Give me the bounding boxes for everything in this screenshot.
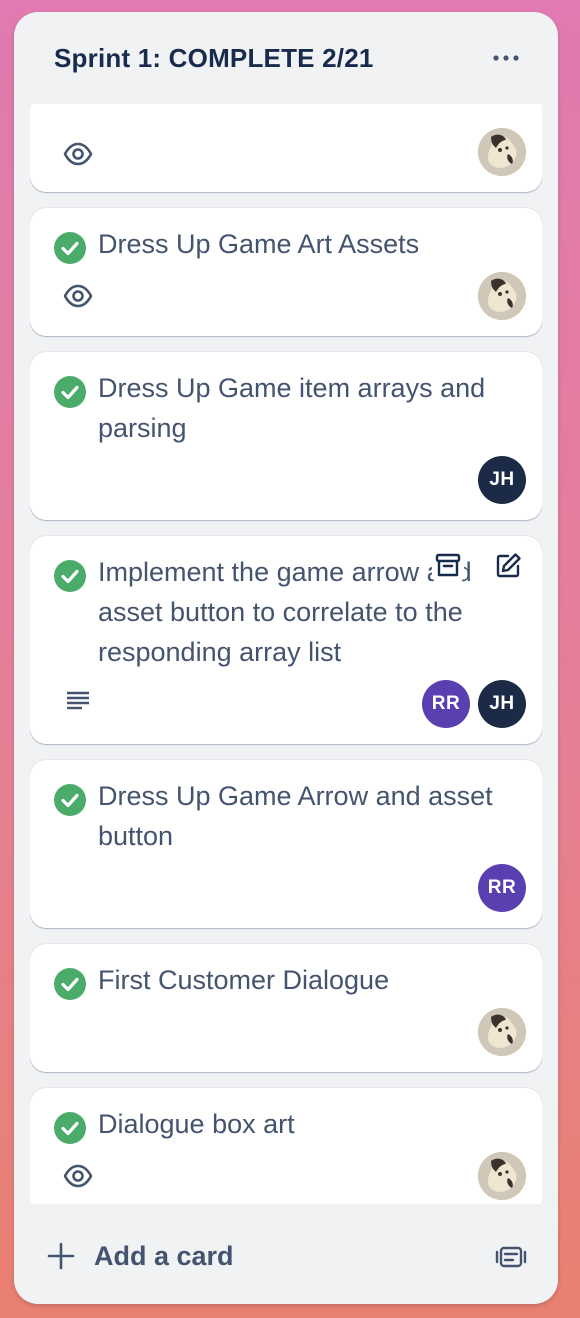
member-avatar-rr[interactable]: RR xyxy=(422,680,470,728)
card[interactable]: Dialogue box art xyxy=(30,1088,542,1204)
complete-check-icon[interactable] xyxy=(54,376,86,408)
member-photo-icon xyxy=(478,272,526,320)
card-title: Dress Up Game Art Assets xyxy=(98,229,420,259)
card-title: First Customer Dialogue xyxy=(98,965,390,995)
card[interactable]: First Customer Dialogue xyxy=(30,944,542,1072)
complete-check-icon[interactable] xyxy=(54,560,86,592)
member-avatar[interactable] xyxy=(478,128,526,176)
list-title[interactable]: Sprint 1: COMPLETE 2/21 xyxy=(54,43,374,74)
card-title: Dialogue box art xyxy=(98,1109,295,1139)
add-card-button[interactable]: Add a card xyxy=(46,1241,234,1272)
complete-check-icon[interactable] xyxy=(54,1112,86,1144)
list-header: Sprint 1: COMPLETE 2/21 xyxy=(14,12,558,104)
card[interactable]: Dress Up Game item arrays and parsing JH xyxy=(30,352,542,520)
eye-icon xyxy=(63,284,93,308)
card[interactable]: Dress Up Game Art Assets xyxy=(30,208,542,336)
list-footer: Add a card xyxy=(14,1224,558,1288)
member-photo-icon xyxy=(478,128,526,176)
card[interactable]: Implement the game arrow and asset butto… xyxy=(30,536,542,744)
card-list: Dress Up Game Art Assets Dress Up Game i… xyxy=(30,104,542,1204)
more-horizontal-icon xyxy=(493,55,519,61)
member-avatar-rr[interactable]: RR xyxy=(478,864,526,912)
member-avatar[interactable] xyxy=(478,272,526,320)
edit-icon[interactable] xyxy=(492,550,524,582)
card-template-icon[interactable] xyxy=(494,1240,528,1274)
list-column: Sprint 1: COMPLETE 2/21 Dress Up Game Ar… xyxy=(14,12,558,1304)
card-title: Dress Up Game item arrays and parsing xyxy=(98,373,486,443)
card[interactable] xyxy=(30,104,542,192)
card-title: Dress Up Game Arrow and asset button xyxy=(98,781,493,851)
member-avatar-jh[interactable]: JH xyxy=(478,680,526,728)
eye-icon xyxy=(63,1164,93,1188)
archive-icon[interactable] xyxy=(432,550,464,582)
list-menu-button[interactable] xyxy=(486,38,526,78)
member-photo-icon xyxy=(478,1008,526,1056)
complete-check-icon[interactable] xyxy=(54,232,86,264)
complete-check-icon[interactable] xyxy=(54,968,86,1000)
add-card-label: Add a card xyxy=(94,1240,234,1271)
card[interactable]: Dress Up Game Arrow and asset button RR xyxy=(30,760,542,928)
description-icon xyxy=(67,691,89,710)
eye-icon xyxy=(63,142,93,166)
plus-icon xyxy=(47,1242,75,1270)
complete-check-icon[interactable] xyxy=(54,784,86,816)
member-avatar[interactable] xyxy=(478,1008,526,1056)
member-avatar-jh[interactable]: JH xyxy=(478,456,526,504)
member-avatar[interactable] xyxy=(478,1152,526,1200)
member-photo-icon xyxy=(478,1152,526,1200)
